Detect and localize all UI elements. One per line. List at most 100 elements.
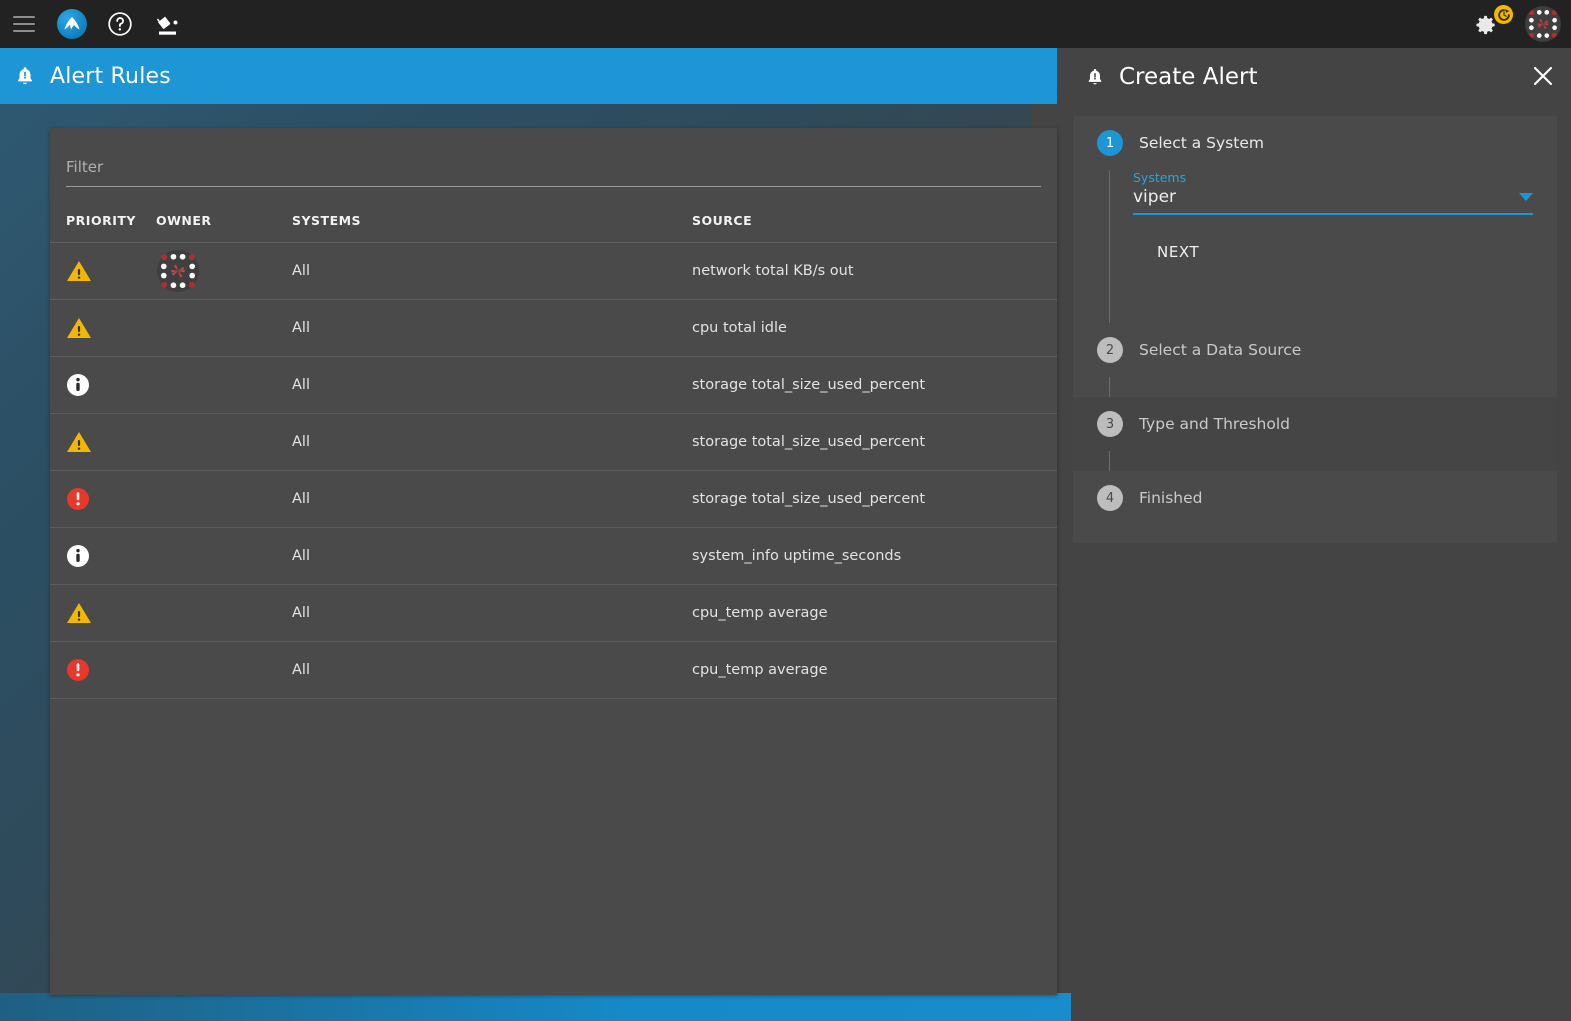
cell-owner <box>156 356 292 414</box>
table-header: PRIORITY OWNER SYSTEMS SOURCE <box>50 201 1057 243</box>
help-button[interactable] <box>96 0 144 48</box>
cell-priority <box>50 470 156 528</box>
step-1-header[interactable]: 1 Select a System <box>1073 116 1557 170</box>
top-toolbar <box>0 0 1571 48</box>
cell-owner <box>156 470 292 528</box>
step-4-header[interactable]: 4 Finished <box>1073 471 1557 525</box>
step-2-body <box>1073 377 1557 397</box>
cell-source: storage total_size_used_percent <box>692 356 1057 414</box>
cell-owner <box>156 641 292 699</box>
paint-bucket-icon <box>156 16 178 35</box>
cell-priority <box>50 356 156 414</box>
cell-systems: All <box>292 584 692 642</box>
menu-button[interactable] <box>0 0 48 48</box>
step-finished: 4 Finished <box>1073 471 1557 543</box>
warning-triangle-icon <box>67 318 91 338</box>
step-1-spacer <box>1133 267 1533 305</box>
step-3-label: Type and Threshold <box>1139 415 1291 433</box>
step-4-number: 4 <box>1097 485 1123 511</box>
critical-circle-icon <box>67 659 89 681</box>
theme-button[interactable] <box>144 0 192 48</box>
cell-source: cpu_temp average <box>692 584 1057 642</box>
drawer-header: Create Alert <box>1071 48 1571 106</box>
step-3-body <box>1073 451 1557 471</box>
cell-systems: All <box>292 299 692 357</box>
step-2-number: 2 <box>1097 337 1123 363</box>
step-connector <box>1109 170 1110 323</box>
cell-owner <box>156 584 292 642</box>
systems-field-label: Systems <box>1133 170 1187 185</box>
cell-source: system_info uptime_seconds <box>692 527 1057 585</box>
user-avatar-icon <box>1525 6 1561 42</box>
close-icon <box>1533 66 1553 86</box>
cell-owner <box>156 242 292 300</box>
step-select-a-data-source: 2 Select a Data Source <box>1073 323 1557 397</box>
step-2-label: Select a Data Source <box>1139 341 1302 359</box>
cell-source: cpu_temp average <box>692 641 1057 699</box>
hamburger-menu-icon <box>13 16 35 32</box>
app-logo-icon <box>57 9 87 39</box>
next-button[interactable]: NEXT <box>1147 237 1209 267</box>
table-row[interactable]: All cpu_temp average <box>50 584 1057 642</box>
cell-priority <box>50 641 156 699</box>
table-row[interactable]: All cpu total idle <box>50 299 1057 357</box>
column-header-owner[interactable]: OWNER <box>156 201 292 243</box>
cell-systems: All <box>292 356 692 414</box>
info-circle-icon <box>67 374 89 396</box>
cell-systems: All <box>292 641 692 699</box>
table-row[interactable]: All storage total_size_used_percent <box>50 356 1057 414</box>
cell-source: network total KB/s out <box>692 242 1057 300</box>
filter-input[interactable] <box>66 154 1041 187</box>
column-header-priority[interactable]: PRIORITY <box>50 201 156 243</box>
settings-button[interactable] <box>1471 2 1515 46</box>
warning-triangle-icon <box>67 603 91 623</box>
app-root: Alert Rules PRIORITY OWNER SYSTEMS SOURC… <box>0 0 1571 1021</box>
cell-systems: All <box>292 242 692 300</box>
cell-systems: All <box>292 413 692 471</box>
cell-owner <box>156 299 292 357</box>
step-4-body <box>1073 525 1557 543</box>
cell-priority <box>50 413 156 471</box>
step-2-header[interactable]: 2 Select a Data Source <box>1073 323 1557 377</box>
table-row[interactable]: All system_info uptime_seconds <box>50 527 1057 585</box>
user-avatar-button[interactable] <box>1515 0 1571 48</box>
page-header: Alert Rules <box>0 48 1057 104</box>
filter-row <box>50 128 1057 187</box>
app-logo-button[interactable] <box>48 0 96 48</box>
cell-source: storage total_size_used_percent <box>692 413 1057 471</box>
cell-systems: All <box>292 527 692 585</box>
cell-source: cpu total idle <box>692 299 1057 357</box>
warning-triangle-icon <box>67 432 91 452</box>
chevron-down-icon[interactable] <box>1519 193 1533 201</box>
alert-bell-icon <box>1088 69 1102 85</box>
step-3-number: 3 <box>1097 411 1123 437</box>
cell-owner <box>156 413 292 471</box>
table-row[interactable]: All storage total_size_used_percent <box>50 413 1057 471</box>
column-header-source[interactable]: SOURCE <box>692 201 1057 243</box>
alert-bell-icon <box>18 67 32 85</box>
close-button[interactable] <box>1531 64 1555 92</box>
step-type-and-threshold: 3 Type and Threshold <box>1073 397 1557 471</box>
cell-priority <box>50 242 156 300</box>
column-header-systems[interactable]: SYSTEMS <box>292 201 692 243</box>
info-circle-icon <box>67 545 89 567</box>
table-row[interactable]: All network total KB/s out <box>50 242 1057 300</box>
warning-triangle-icon <box>67 261 91 281</box>
help-circle-icon <box>108 12 132 36</box>
cell-owner <box>156 527 292 585</box>
step-1-label: Select a System <box>1139 134 1264 152</box>
systems-select[interactable]: viper <box>1133 187 1533 215</box>
table-body: All network total KB/s out All cpu total id… <box>50 242 1057 699</box>
create-alert-stepper: 1 Select a System Systems viper NEXT 2 S… <box>1073 116 1557 543</box>
table-row[interactable]: All cpu_temp average <box>50 641 1057 699</box>
table-row[interactable]: All storage total_size_used_percent <box>50 470 1057 528</box>
table-header-row: PRIORITY OWNER SYSTEMS SOURCE <box>50 201 1057 243</box>
step-select-a-system: 1 Select a System Systems viper NEXT <box>1073 116 1557 323</box>
step-3-header[interactable]: 3 Type and Threshold <box>1073 397 1557 451</box>
step-connector <box>1109 377 1110 397</box>
owner-avatar-icon <box>156 249 200 293</box>
drawer-title: Create Alert <box>1119 64 1258 90</box>
step-1-body: Systems viper NEXT <box>1073 170 1557 323</box>
cell-source: storage total_size_used_percent <box>692 470 1057 528</box>
cell-priority <box>50 584 156 642</box>
